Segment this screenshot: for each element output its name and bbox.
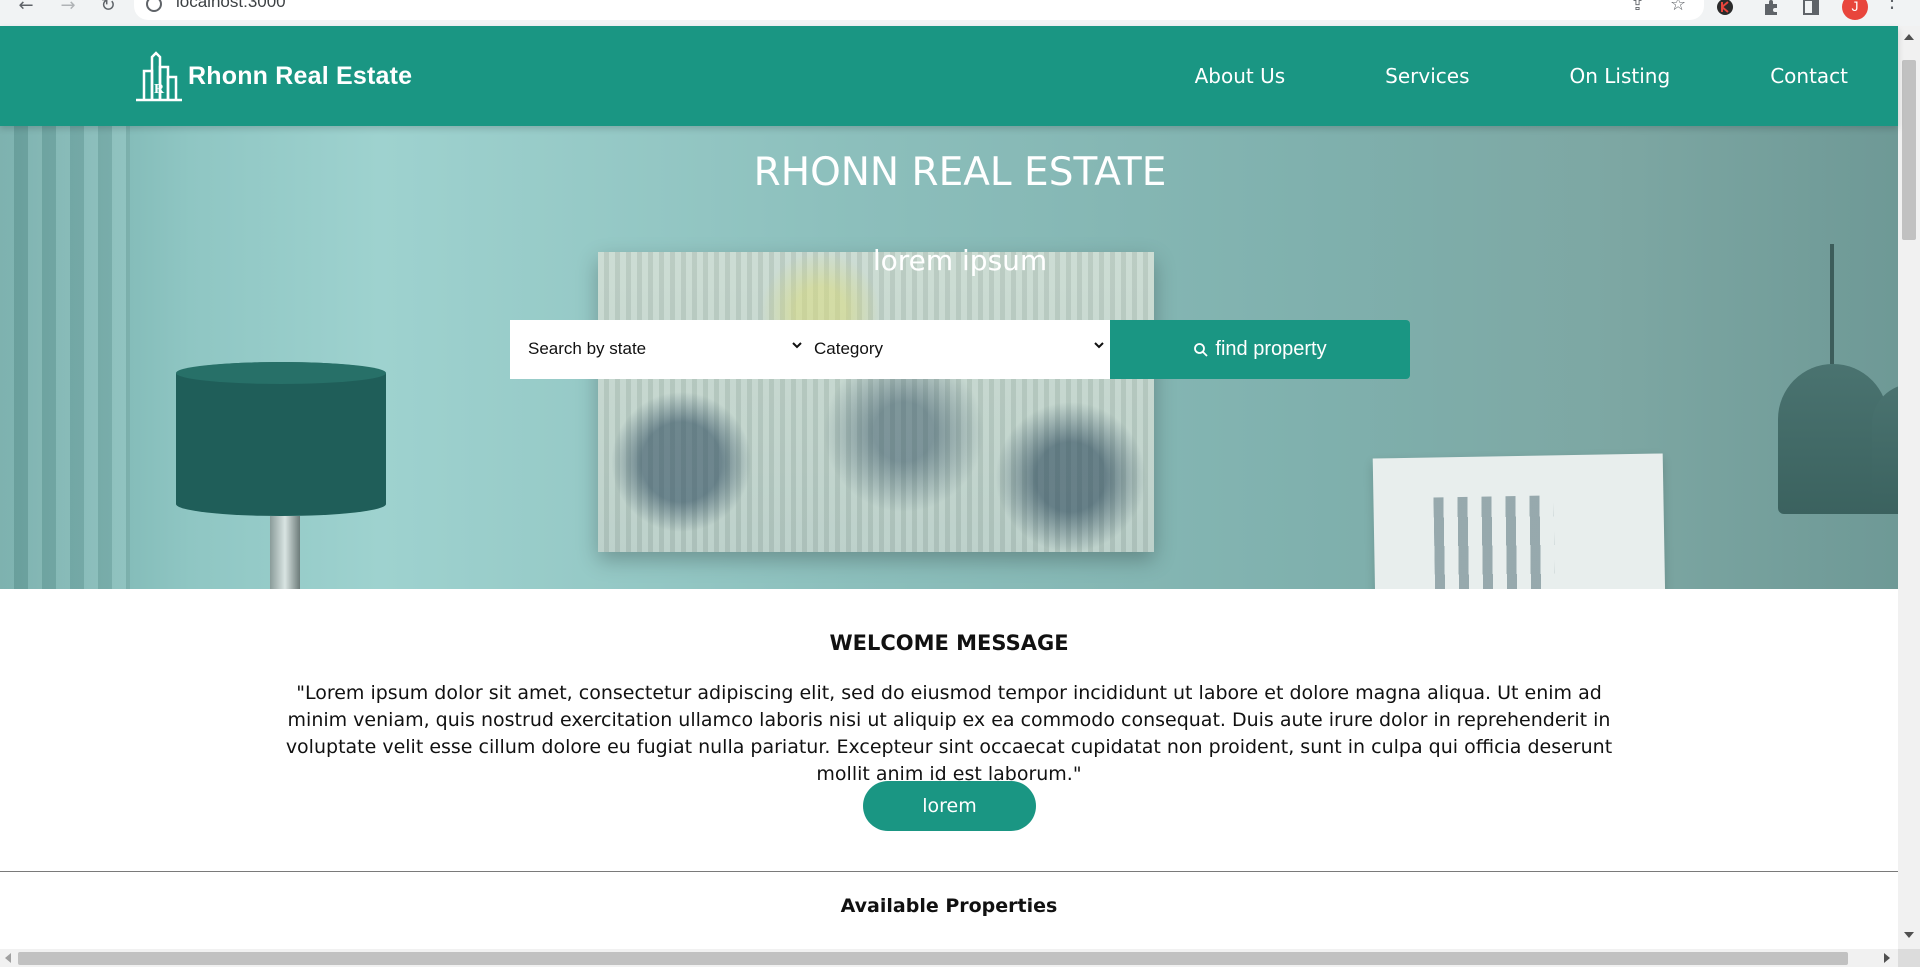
section-divider: [0, 871, 1898, 872]
nav-about-us[interactable]: About Us: [1195, 64, 1286, 88]
welcome-text: "Lorem ipsum dolor sit amet, consectetur…: [285, 682, 1613, 785]
building-logo-icon: R: [136, 51, 182, 102]
curtain-image: [0, 126, 130, 589]
nav-services[interactable]: Services: [1385, 64, 1469, 88]
puzzle-icon[interactable]: [1762, 0, 1780, 16]
horizontal-scrollbar[interactable]: [0, 949, 1898, 967]
chevron-down-icon: [792, 342, 802, 349]
share-icon[interactable]: ⇪: [1630, 0, 1645, 15]
find-property-label: find property: [1215, 338, 1327, 360]
side-panel-icon[interactable]: [1802, 0, 1820, 16]
scroll-up-arrow-icon[interactable]: [1904, 34, 1914, 40]
info-icon[interactable]: [146, 0, 162, 12]
profile-avatar[interactable]: J: [1842, 0, 1868, 20]
search-icon: [1194, 342, 1209, 357]
nav-on-listing[interactable]: On Listing: [1570, 64, 1671, 88]
chevron-down-icon: [1094, 342, 1104, 349]
url-text: localhost:3000: [176, 0, 286, 11]
site-header: R Rhonn Real Estate About Us Services On…: [0, 26, 1898, 126]
forward-arrow-icon[interactable]: →: [56, 0, 80, 18]
welcome-lorem-button[interactable]: lorem: [863, 781, 1036, 831]
category-select[interactable]: Category: [804, 320, 1110, 379]
reload-icon[interactable]: ↻: [96, 0, 120, 18]
address-bar[interactable]: localhost:3000 ⇪ ☆: [134, 0, 1704, 20]
state-select-value: Search by state: [528, 339, 647, 358]
frame-image: [1372, 453, 1666, 589]
table-lamp-image: [176, 362, 386, 516]
scroll-right-arrow-icon[interactable]: [1884, 953, 1890, 963]
scroll-down-arrow-icon[interactable]: [1904, 932, 1914, 938]
more-vertical-icon[interactable]: ⋮: [1880, 0, 1904, 12]
browser-toolbar: ← → ↻ localhost:3000 ⇪ ☆ J ⋮: [0, 0, 1920, 27]
lamp-base-image: [270, 516, 300, 589]
main-nav: About Us Services On Listing Contact: [1195, 26, 1898, 126]
brand-name: Rhonn Real Estate: [188, 61, 413, 90]
back-arrow-icon[interactable]: ←: [14, 0, 38, 18]
property-search-form: Search by state Category find property: [510, 320, 1410, 379]
scroll-left-arrow-icon[interactable]: [5, 953, 11, 963]
painting-image: [598, 252, 1154, 552]
nav-contact[interactable]: Contact: [1770, 64, 1848, 88]
available-properties-title: Available Properties: [840, 895, 1058, 917]
welcome-title: WELCOME MESSAGE: [829, 631, 1069, 655]
state-select[interactable]: Search by state: [510, 320, 804, 379]
hero-title: RHONN REAL ESTATE: [753, 150, 1167, 195]
svg-text:R: R: [154, 82, 165, 97]
find-property-button[interactable]: find property: [1110, 320, 1410, 379]
horizontal-scroll-thumb[interactable]: [18, 952, 1848, 965]
extension-icon[interactable]: [1716, 0, 1734, 16]
star-icon[interactable]: ☆: [1670, 0, 1686, 15]
hero-subtitle: lorem ipsum: [872, 244, 1048, 277]
scrollbar-corner: [1898, 949, 1920, 967]
logo[interactable]: R Rhonn Real Estate: [134, 48, 412, 104]
category-select-value: Category: [814, 339, 883, 358]
